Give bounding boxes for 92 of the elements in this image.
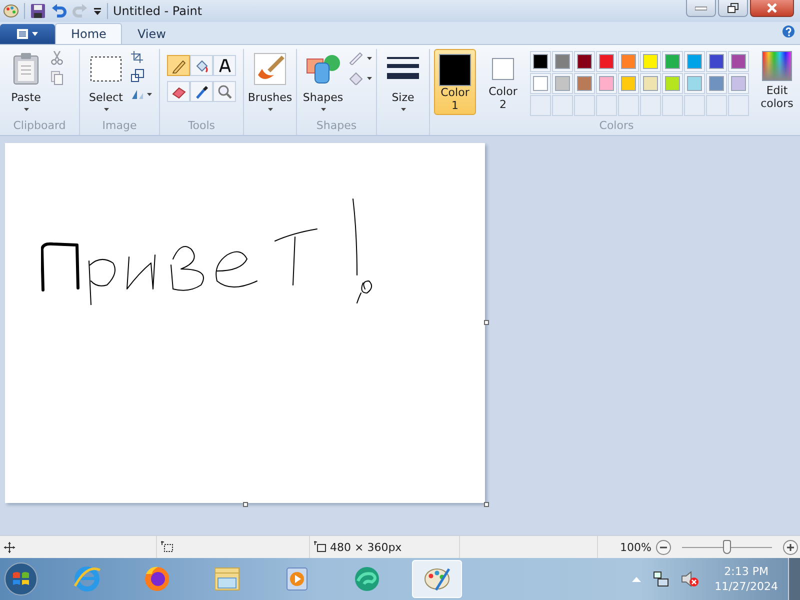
palette-color[interactable] [530, 51, 551, 72]
paintbrush-icon [254, 53, 286, 85]
palette-color[interactable] [728, 73, 749, 94]
color2-button[interactable]: Color 2 [482, 49, 524, 115]
paint-palette-icon[interactable] [412, 560, 462, 598]
caret-icon [104, 108, 108, 111]
show-hidden-icons-button[interactable] [632, 576, 641, 582]
paste-button[interactable]: Paste [4, 49, 48, 111]
dashed-rectangle-icon [90, 56, 122, 82]
save-icon[interactable] [30, 3, 46, 19]
clipboard-icon [13, 53, 39, 85]
caret-icon [367, 56, 372, 60]
palette-color[interactable] [618, 73, 639, 94]
color1-button[interactable]: Color 1 [434, 49, 476, 115]
group-label: Tools [186, 119, 216, 134]
fill-bucket-icon[interactable] [348, 71, 364, 85]
edit-colors-button[interactable]: Edit colors [755, 49, 799, 110]
palette-color[interactable] [640, 73, 661, 94]
resize-handle[interactable] [484, 502, 489, 507]
select-button[interactable]: Select [84, 49, 128, 111]
group-label: Shapes [315, 119, 358, 134]
caret-icon [268, 108, 272, 111]
restore-icon [727, 3, 739, 13]
paint-bucket-icon[interactable] [190, 55, 213, 76]
zoom-level-text: 100% [620, 540, 652, 554]
palette-color[interactable] [684, 51, 705, 72]
palette-color[interactable] [552, 51, 573, 72]
copy-icon[interactable] [51, 71, 63, 85]
canvas-size-text: 480 × 360px [330, 540, 402, 554]
dropdown-arrow-icon[interactable] [93, 6, 102, 16]
network-icon[interactable] [652, 571, 669, 587]
slider-thumb[interactable] [723, 540, 732, 554]
minimize-icon [695, 5, 707, 11]
ribbon-tab[interactable]: View [122, 23, 181, 44]
menu-icon [16, 29, 40, 39]
help-icon[interactable] [782, 25, 795, 38]
outline-pencil-icon[interactable] [348, 51, 364, 65]
selection-size-icon [161, 541, 173, 553]
palette-color[interactable] [662, 73, 683, 94]
color-spectrum-icon [762, 51, 792, 81]
rotate-icon[interactable] [131, 88, 144, 100]
caret-icon [400, 108, 406, 111]
plus-icon [786, 542, 796, 552]
palette-color[interactable] [640, 51, 661, 72]
palette-color[interactable] [552, 73, 573, 94]
palette-color[interactable] [574, 51, 595, 72]
close-button[interactable] [750, 0, 794, 17]
shapes-icon [306, 53, 340, 85]
caret-icon [367, 76, 372, 80]
group-label: Image [101, 119, 138, 134]
start-button[interactable] [4, 562, 38, 596]
caret-icon [320, 108, 326, 111]
restore-button[interactable] [718, 0, 748, 17]
undo-icon[interactable] [51, 3, 67, 19]
crop-icon[interactable] [131, 51, 143, 63]
group-label: Colors [598, 119, 635, 134]
palette-color[interactable] [530, 73, 551, 94]
caret-icon [147, 92, 152, 96]
zoom-in-button[interactable] [783, 540, 798, 554]
paint-palette-icon [3, 3, 19, 19]
text-icon[interactable] [213, 55, 236, 76]
zoom-out-button[interactable] [656, 540, 672, 554]
cursor-position-icon [4, 542, 15, 552]
caret-icon [24, 108, 28, 111]
resize-handle[interactable] [484, 320, 489, 325]
palette-color[interactable] [728, 51, 749, 72]
ribbon-tab[interactable]: Home [55, 23, 122, 44]
palette-color[interactable] [596, 51, 617, 72]
palette-color[interactable] [596, 73, 617, 94]
group-label: Clipboard [12, 119, 67, 134]
size-button[interactable]: Size [381, 49, 425, 111]
file-menu-button[interactable] [0, 24, 55, 44]
brushes-button[interactable]: Brushes [248, 49, 292, 111]
scissors-icon[interactable] [51, 51, 63, 65]
canvas-size-icon [314, 541, 326, 553]
pencil-icon[interactable] [167, 55, 190, 76]
shapes-button[interactable]: Shapes [301, 49, 345, 111]
window-title: Untitled - Paint [113, 4, 202, 18]
palette-color[interactable] [574, 73, 595, 94]
palette-color[interactable] [618, 51, 639, 72]
eraser-icon[interactable] [167, 81, 190, 102]
speaker-muted-icon[interactable] [680, 571, 699, 587]
palette-color[interactable] [662, 51, 683, 72]
show-desktop-button[interactable] [788, 558, 800, 600]
palette-color[interactable] [706, 51, 727, 72]
palette-color[interactable] [706, 73, 727, 94]
magnifier-icon[interactable] [213, 81, 236, 102]
resize-handle[interactable] [243, 502, 248, 507]
resize-icon[interactable] [131, 69, 144, 82]
eyedropper-icon[interactable] [190, 81, 213, 102]
close-icon [766, 3, 778, 13]
palette-color[interactable] [684, 73, 705, 94]
